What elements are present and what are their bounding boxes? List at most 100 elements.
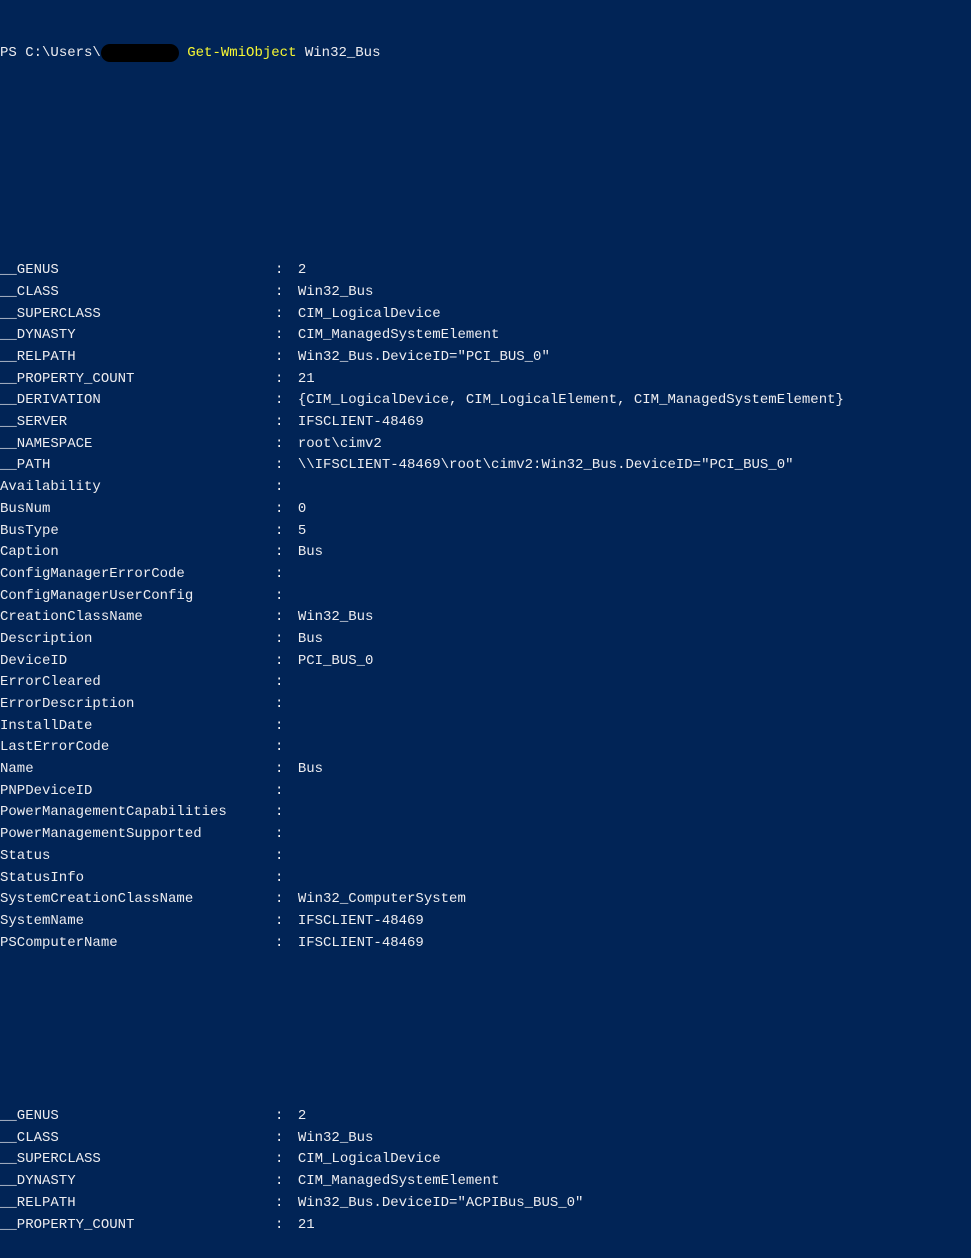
output-row: __PROPERTY_COUNT: 21: [0, 369, 971, 391]
property-name: __SUPERCLASS: [0, 304, 275, 326]
blank-line: [0, 174, 971, 196]
output-row: StatusInfo:: [0, 868, 971, 890]
property-separator: :: [275, 542, 298, 564]
output-row: __CLASS: Win32_Bus: [0, 1128, 971, 1150]
output-row: PowerManagementCapabilities:: [0, 802, 971, 824]
output-row: Status:: [0, 846, 971, 868]
property-value: 2: [298, 1106, 971, 1128]
property-separator: :: [275, 260, 298, 282]
output-row: __GENUS: 2: [0, 1106, 971, 1128]
property-name: __SUPERCLASS: [0, 1149, 275, 1171]
output-row: InstallDate:: [0, 716, 971, 738]
property-value: [298, 564, 971, 586]
property-value: CIM_ManagedSystemElement: [298, 1171, 971, 1193]
property-separator: :: [275, 347, 298, 369]
property-name: InstallDate: [0, 716, 275, 738]
property-name: StatusInfo: [0, 868, 275, 890]
property-value: [298, 672, 971, 694]
property-value: \\IFSCLIENT-48469\root\cimv2:Win32_Bus.D…: [298, 455, 971, 477]
output-row: ErrorCleared:: [0, 672, 971, 694]
property-name: ErrorCleared: [0, 672, 275, 694]
blank-line: [0, 1019, 971, 1041]
property-separator: :: [275, 629, 298, 651]
property-name: __PROPERTY_COUNT: [0, 369, 275, 391]
property-separator: :: [275, 521, 298, 543]
output-row: __RELPATH: Win32_Bus.DeviceID="PCI_BUS_0…: [0, 347, 971, 369]
output-row: ConfigManagerUserConfig:: [0, 586, 971, 608]
property-separator: :: [275, 412, 298, 434]
property-separator: :: [275, 759, 298, 781]
property-separator: :: [275, 499, 298, 521]
property-value: [298, 802, 971, 824]
property-value: root\cimv2: [298, 434, 971, 456]
property-value: [298, 824, 971, 846]
property-name: PNPDeviceID: [0, 781, 275, 803]
property-value: [298, 694, 971, 716]
property-name: __RELPATH: [0, 347, 275, 369]
property-separator: :: [275, 1128, 298, 1150]
output-row: Caption: Bus: [0, 542, 971, 564]
property-name: PowerManagementCapabilities: [0, 802, 275, 824]
output-row: BusType: 5: [0, 521, 971, 543]
property-name: BusNum: [0, 499, 275, 521]
output-row: __NAMESPACE: root\cimv2: [0, 434, 971, 456]
property-separator: :: [275, 824, 298, 846]
output-row: __SUPERCLASS: CIM_LogicalDevice: [0, 304, 971, 326]
property-value: [298, 716, 971, 738]
property-name: __DERIVATION: [0, 390, 275, 412]
property-separator: :: [275, 477, 298, 499]
output-row: PNPDeviceID:: [0, 781, 971, 803]
property-value: Win32_Bus.DeviceID="ACPIBus_BUS_0": [298, 1193, 971, 1215]
output-row: ErrorDescription:: [0, 694, 971, 716]
output-row: Name: Bus: [0, 759, 971, 781]
property-name: __RELPATH: [0, 1193, 275, 1215]
property-value: [298, 846, 971, 868]
output-row: __PATH: \\IFSCLIENT-48469\root\cimv2:Win…: [0, 455, 971, 477]
property-separator: :: [275, 390, 298, 412]
output-row: __GENUS: 2: [0, 260, 971, 282]
property-separator: :: [275, 781, 298, 803]
property-value: [298, 586, 971, 608]
property-name: Status: [0, 846, 275, 868]
property-value: Win32_Bus.DeviceID="PCI_BUS_0": [298, 347, 971, 369]
output-block-2: __GENUS: 2__CLASS: Win32_Bus__SUPERCLASS…: [0, 1106, 971, 1236]
property-name: Availability: [0, 477, 275, 499]
output-row: PowerManagementSupported:: [0, 824, 971, 846]
property-separator: :: [275, 716, 298, 738]
property-value: [298, 477, 971, 499]
property-name: SystemCreationClassName: [0, 889, 275, 911]
property-name: __NAMESPACE: [0, 434, 275, 456]
property-separator: :: [275, 455, 298, 477]
property-value: 21: [298, 1215, 971, 1237]
property-value: IFSCLIENT-48469: [298, 911, 971, 933]
terminal-output[interactable]: PS C:\Users\ Get-WmiObject Win32_Bus __G…: [0, 0, 971, 1258]
output-row: __DYNASTY: CIM_ManagedSystemElement: [0, 325, 971, 347]
property-value: 0: [298, 499, 971, 521]
property-value: [298, 868, 971, 890]
property-separator: :: [275, 1106, 298, 1128]
output-row: __DYNASTY: CIM_ManagedSystemElement: [0, 1171, 971, 1193]
output-row: CreationClassName: Win32_Bus: [0, 607, 971, 629]
property-name: Caption: [0, 542, 275, 564]
property-name: __DYNASTY: [0, 325, 275, 347]
output-row: SystemName: IFSCLIENT-48469: [0, 911, 971, 933]
property-separator: :: [275, 325, 298, 347]
property-separator: :: [275, 846, 298, 868]
property-name: CreationClassName: [0, 607, 275, 629]
property-value: Bus: [298, 542, 971, 564]
blank-line: [0, 108, 971, 130]
property-value: CIM_LogicalDevice: [298, 1149, 971, 1171]
property-name: __DYNASTY: [0, 1171, 275, 1193]
property-name: SystemName: [0, 911, 275, 933]
property-name: __PROPERTY_COUNT: [0, 1215, 275, 1237]
property-name: LastErrorCode: [0, 737, 275, 759]
property-value: 5: [298, 521, 971, 543]
property-name: ConfigManagerErrorCode: [0, 564, 275, 586]
output-row: DeviceID: PCI_BUS_0: [0, 651, 971, 673]
property-separator: :: [275, 1149, 298, 1171]
output-row: __SUPERCLASS: CIM_LogicalDevice: [0, 1149, 971, 1171]
property-name: __CLASS: [0, 1128, 275, 1150]
property-separator: :: [275, 868, 298, 890]
output-row: SystemCreationClassName: Win32_ComputerS…: [0, 889, 971, 911]
property-separator: :: [275, 672, 298, 694]
